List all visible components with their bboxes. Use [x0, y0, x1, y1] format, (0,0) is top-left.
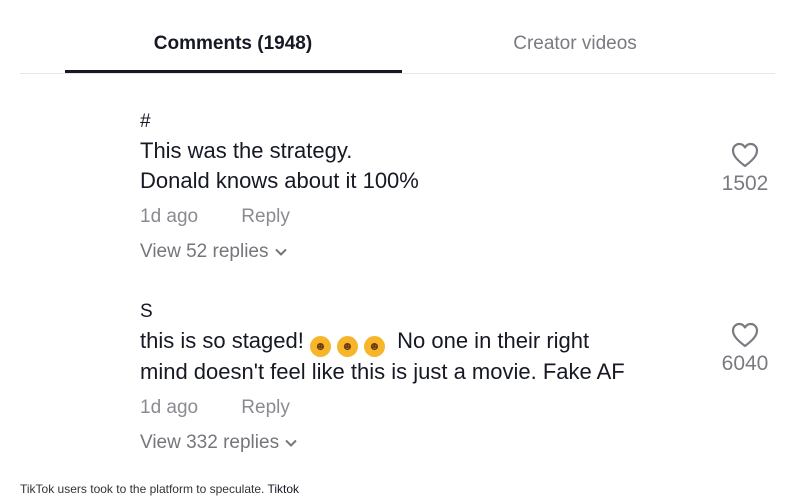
active-tab-indicator — [65, 70, 402, 73]
caption-text: TikTok users took to the platform to spe… — [20, 482, 265, 496]
reply-button[interactable]: Reply — [241, 200, 290, 234]
chevron-down-icon — [274, 248, 287, 256]
laughing-emoji-icon: ☻ — [364, 336, 385, 357]
comment-text: this is so staged! ☻ ☻ ☻ No one in their r… — [140, 326, 680, 387]
comment-meta: 1d ago Reply — [140, 200, 780, 234]
comment-text: This was the strategy. Donald knows abou… — [140, 136, 680, 196]
comment-text-line: mind doesn't feel like this is just a mo… — [140, 359, 625, 384]
view-replies-label: View 52 replies — [140, 241, 269, 262]
like-count: 6040 — [721, 352, 769, 375]
laughing-emoji-icon: ☻ — [310, 336, 331, 357]
view-replies-button[interactable]: View 52 replies — [140, 234, 780, 270]
reply-button[interactable]: Reply — [241, 391, 290, 425]
tab-comments[interactable]: Comments (1948) — [65, 33, 401, 55]
like-count: 1502 — [721, 172, 769, 195]
tab-creator-videos[interactable]: Creator videos — [475, 33, 675, 55]
like-control: 6040 — [710, 322, 780, 376]
comment-text-line: Donald knows about it 100% — [140, 168, 419, 193]
comment-date: 1d ago — [140, 206, 199, 227]
comment-item: S this is so staged! ☻ ☻ ☻ No one in their… — [140, 300, 780, 461]
laughing-emoji-icon: ☻ — [337, 336, 358, 357]
comment-text-fragment: this is so staged! — [140, 328, 304, 353]
comment-text-line: this is so staged! ☻ ☻ ☻ No one in their r… — [140, 326, 680, 357]
comment-item: # This was the strategy. Donald knows ab… — [140, 110, 780, 270]
view-replies-button[interactable]: View 332 replies — [140, 425, 780, 461]
heart-icon[interactable] — [731, 142, 759, 168]
comment-username[interactable]: # — [140, 110, 780, 136]
comment-text-line: This was the strategy. — [140, 138, 353, 163]
tab-bar: Comments (1948) Creator videos — [20, 0, 775, 74]
like-control: 1502 — [710, 142, 780, 196]
image-caption: TikTok users took to the platform to spe… — [20, 482, 299, 496]
view-replies-label: View 332 replies — [140, 432, 280, 453]
comment-text-fragment: No one in their right — [397, 328, 590, 353]
caption-source: Tiktok — [267, 482, 300, 496]
comment-username[interactable]: S — [140, 300, 780, 326]
comment-meta: 1d ago Reply — [140, 391, 780, 425]
heart-icon[interactable] — [731, 322, 759, 348]
chevron-down-icon — [285, 439, 297, 447]
comment-date: 1d ago — [140, 397, 199, 418]
